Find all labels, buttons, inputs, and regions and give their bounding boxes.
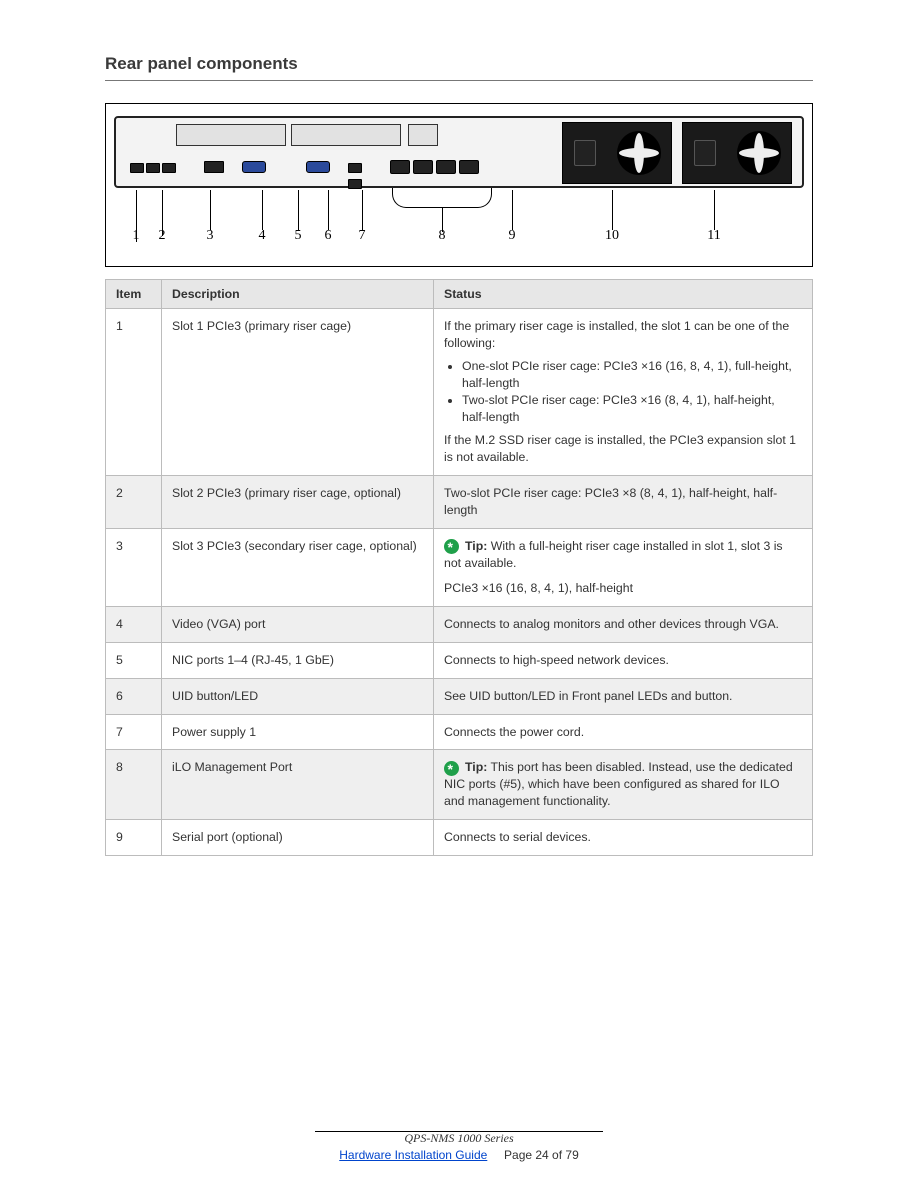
cell-item: 4 [106, 606, 162, 642]
callout-num: 2 [159, 228, 166, 244]
footer-page-info: Page 24 of 79 [504, 1148, 579, 1162]
tip-icon [444, 539, 459, 554]
callout-num: 6 [325, 228, 332, 244]
table-row: 8 iLO Management Port Tip: This port has… [106, 750, 813, 820]
cell-item: 1 [106, 309, 162, 476]
tip-icon [444, 761, 459, 776]
cell-desc: Slot 1 PCIe3 (primary riser cage) [162, 309, 434, 476]
cell-status: Tip: With a full-height riser cage insta… [434, 528, 813, 606]
th-item: Item [106, 280, 162, 309]
server-rear-illustration [114, 116, 804, 188]
cell-item: 8 [106, 750, 162, 820]
th-status: Status [434, 280, 813, 309]
table-row: 2 Slot 2 PCIe3 (primary riser cage, opti… [106, 475, 813, 528]
cell-status: Connects to analog monitors and other de… [434, 606, 813, 642]
callout-num: 8 [439, 228, 446, 244]
section-title: Rear panel components [105, 54, 813, 81]
cell-status: See UID button/LED in Front panel LEDs a… [434, 678, 813, 714]
cell-status: Connects to high-speed network devices. [434, 642, 813, 678]
callout-num: 4 [259, 228, 266, 244]
psu-1 [562, 122, 672, 184]
callout-num: 11 [707, 228, 720, 244]
callout-num: 7 [359, 228, 366, 244]
cell-status: Connects to serial devices. [434, 820, 813, 856]
callout-num: 1 [133, 228, 140, 244]
psu-2 [682, 122, 792, 184]
cell-desc: Slot 3 PCIe3 (secondary riser cage, opti… [162, 528, 434, 606]
cell-status: Tip: This port has been disabled. Instea… [434, 750, 813, 820]
diagram-callouts: 1 2 3 4 5 6 7 8 9 10 11 [114, 190, 804, 262]
cell-status: Two-slot PCIe riser cage: PCIe3 ×8 (8, 4… [434, 475, 813, 528]
cell-desc: Video (VGA) port [162, 606, 434, 642]
callout-num: 9 [509, 228, 516, 244]
cell-item: 3 [106, 528, 162, 606]
cell-desc: Slot 2 PCIe3 (primary riser cage, option… [162, 475, 434, 528]
table-row: 1 Slot 1 PCIe3 (primary riser cage) If t… [106, 309, 813, 476]
table-row: 9 Serial port (optional) Connects to ser… [106, 820, 813, 856]
cell-item: 9 [106, 820, 162, 856]
cell-item: 7 [106, 714, 162, 750]
table-row: 6 UID button/LED See UID button/LED in F… [106, 678, 813, 714]
cell-desc: Serial port (optional) [162, 820, 434, 856]
cell-status: If the primary riser cage is installed, … [434, 309, 813, 476]
page-footer: QPS-NMS 1000 Series Hardware Installatio… [0, 1131, 918, 1162]
callout-num: 3 [207, 228, 214, 244]
cell-desc: Power supply 1 [162, 714, 434, 750]
rear-panel-diagram: 1 2 3 4 5 6 7 8 9 10 11 [105, 103, 813, 267]
rear-panel-table: Item Description Status 1 Slot 1 PCIe3 (… [105, 279, 813, 856]
table-row: 7 Power supply 1 Connects the power cord… [106, 714, 813, 750]
cell-desc: NIC ports 1–4 (RJ-45, 1 GbE) [162, 642, 434, 678]
table-row: 4 Video (VGA) port Connects to analog mo… [106, 606, 813, 642]
th-desc: Description [162, 280, 434, 309]
footer-link[interactable]: Hardware Installation Guide [339, 1148, 487, 1162]
cell-item: 6 [106, 678, 162, 714]
callout-num: 5 [295, 228, 302, 244]
table-row: 5 NIC ports 1–4 (RJ-45, 1 GbE) Connects … [106, 642, 813, 678]
cell-desc: UID button/LED [162, 678, 434, 714]
cell-desc: iLO Management Port [162, 750, 434, 820]
cell-item: 2 [106, 475, 162, 528]
table-row: 3 Slot 3 PCIe3 (secondary riser cage, op… [106, 528, 813, 606]
footer-model: QPS-NMS 1000 Series [0, 1131, 918, 1146]
cell-status: Connects the power cord. [434, 714, 813, 750]
callout-num: 10 [605, 228, 619, 244]
cell-item: 5 [106, 642, 162, 678]
